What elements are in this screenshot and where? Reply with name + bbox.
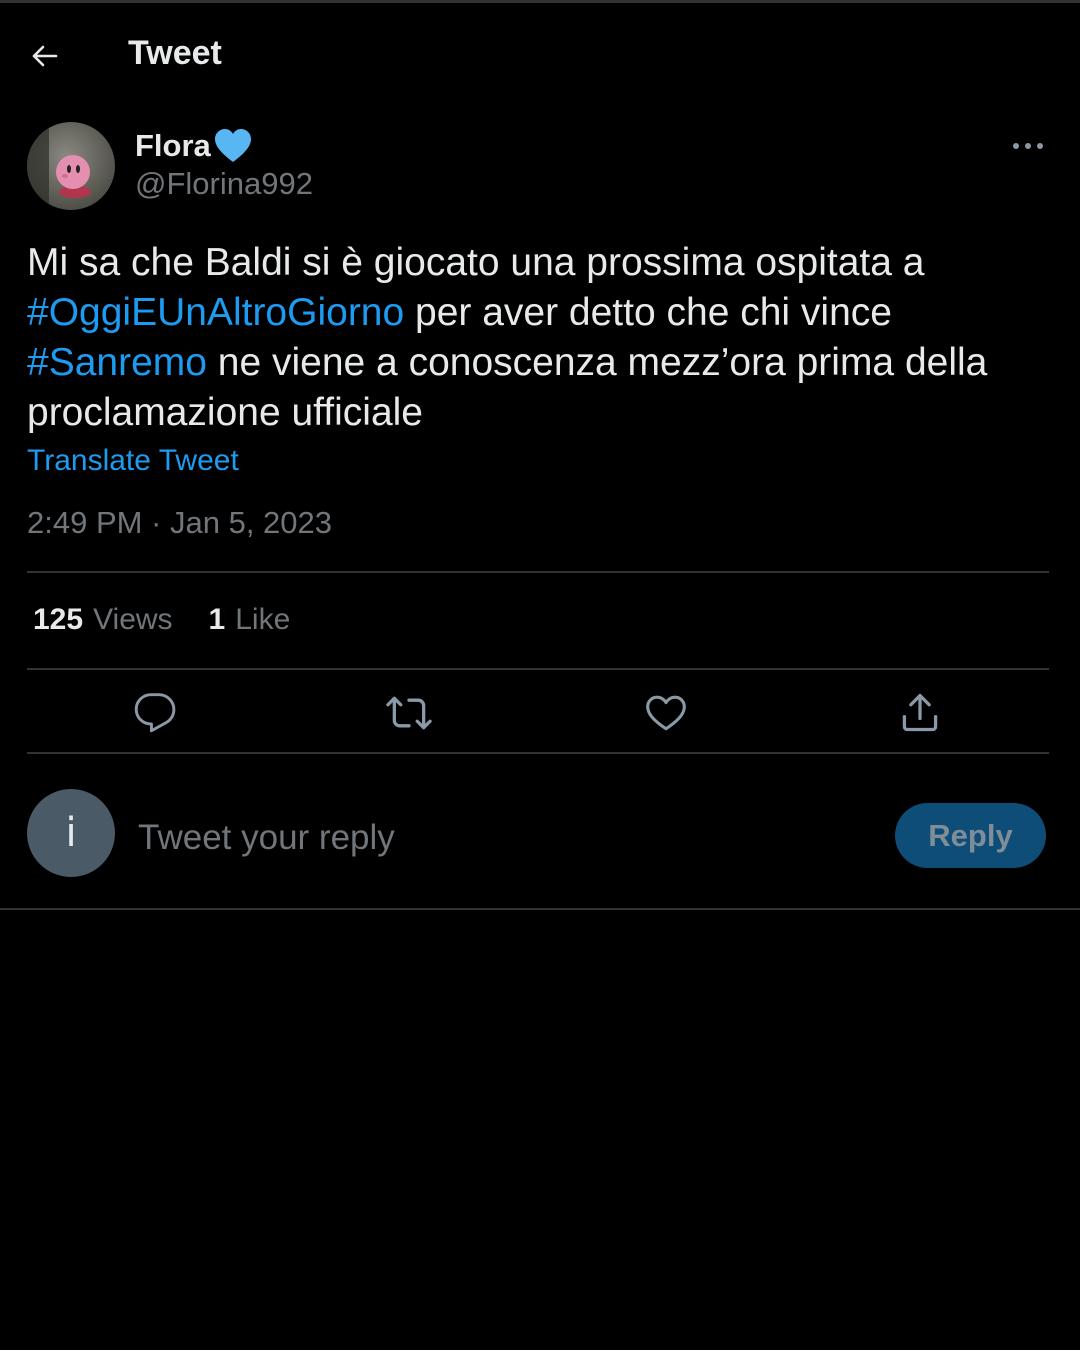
tweet-text-segment: per aver detto che chi vince — [404, 291, 892, 334]
tweet-stats: 125 Views 1 Like — [33, 603, 290, 637]
hashtag-link[interactable]: #Sanremo — [27, 341, 207, 384]
blue-heart-icon — [214, 129, 251, 162]
back-button[interactable] — [22, 34, 66, 78]
reply-action-button[interactable] — [130, 688, 180, 738]
user-avatar[interactable]: i — [27, 789, 115, 877]
reply-icon — [134, 693, 176, 733]
reply-button[interactable]: Reply — [895, 803, 1046, 868]
kirby-plush-image — [27, 122, 115, 210]
avatar-letter: i — [65, 810, 77, 856]
header: Tweet — [0, 22, 1080, 88]
translate-tweet-link[interactable]: Translate Tweet — [27, 444, 239, 478]
divider — [27, 571, 1049, 573]
like-action-button[interactable] — [641, 688, 691, 738]
more-horizontal-icon — [1013, 143, 1043, 149]
tweet-text-segment: Mi sa che Baldi si è giocato una prossim… — [27, 241, 925, 284]
share-action-button[interactable] — [895, 688, 945, 738]
author-handle[interactable]: @Florina992 — [135, 166, 313, 202]
page-title: Tweet — [128, 34, 222, 72]
arrow-left-icon — [32, 45, 58, 67]
more-options-button[interactable] — [1004, 128, 1052, 164]
top-border — [0, 0, 1080, 3]
views-count: 125 — [33, 603, 84, 636]
retweet-icon — [386, 696, 432, 730]
views-label: Views — [93, 603, 173, 636]
views-stat[interactable]: 125 Views — [33, 603, 173, 637]
share-icon — [902, 693, 938, 732]
divider — [0, 908, 1080, 910]
divider — [27, 668, 1049, 670]
likes-count: 1 — [208, 603, 226, 636]
author-name[interactable]: Flora — [135, 128, 253, 164]
hashtag-link[interactable]: #OggiEUnAltroGiorno — [27, 291, 404, 334]
like-icon — [646, 695, 686, 731]
retweet-action-button[interactable] — [384, 688, 434, 738]
likes-label: Like — [235, 603, 291, 636]
tweet-timestamp[interactable]: 2:49 PM · Jan 5, 2023 — [27, 505, 332, 541]
tweet-text: Mi sa che Baldi si è giocato una prossim… — [27, 238, 1057, 438]
author-display-name: Flora — [135, 128, 211, 163]
divider — [27, 752, 1049, 754]
likes-stat[interactable]: 1 Like — [209, 603, 291, 637]
author-avatar[interactable] — [27, 122, 115, 210]
reply-input[interactable] — [138, 815, 858, 861]
